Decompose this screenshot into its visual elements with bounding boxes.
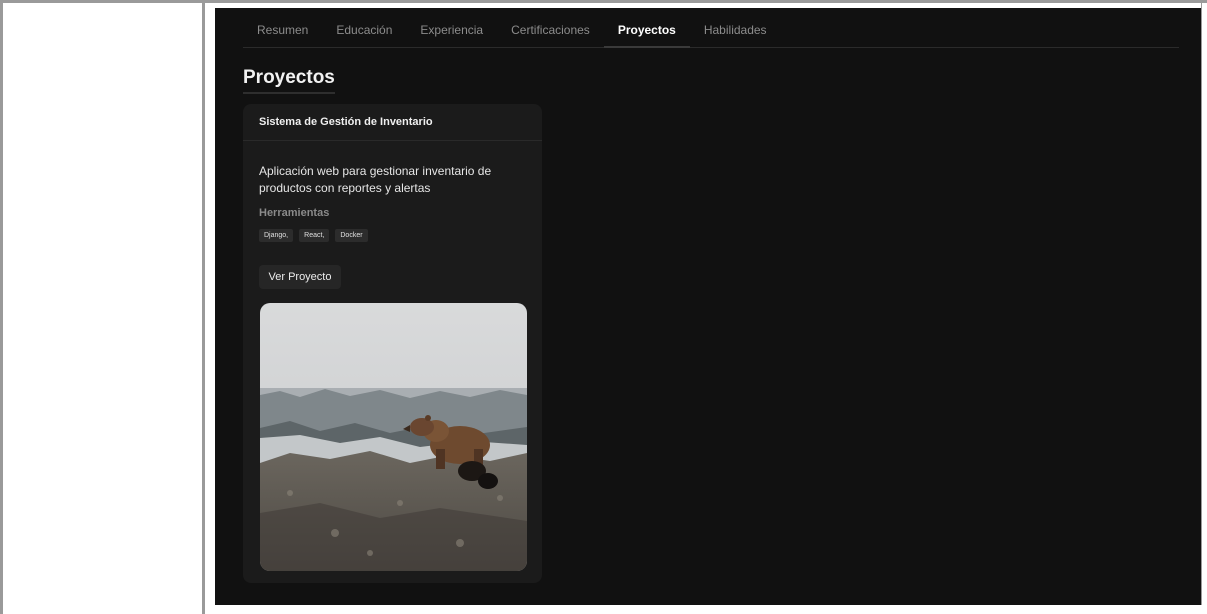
tool-tag: Django,	[259, 229, 294, 242]
tool-tag: React,	[299, 229, 330, 242]
right-edge	[1201, 3, 1207, 614]
tab-proyectos[interactable]: Proyectos	[603, 19, 690, 48]
tool-tag: Docker	[335, 229, 368, 242]
view-project-button[interactable]: Ver Proyecto	[259, 265, 341, 289]
tools-heading: Herramientas	[259, 207, 330, 219]
panel-divider	[202, 3, 205, 614]
tab-educacion[interactable]: Educación	[322, 19, 406, 48]
tab-certificaciones[interactable]: Certificaciones	[497, 19, 604, 48]
tools-list: Django, React, Docker	[259, 229, 368, 242]
tab-resumen[interactable]: Resumen	[243, 19, 322, 48]
project-description: Aplicación web para gestionar inventario…	[259, 164, 492, 195]
project-image	[260, 303, 527, 571]
project-card: Sistema de Gestión de Inventario Aplicac…	[243, 104, 542, 583]
project-title: Sistema de Gestión de Inventario	[243, 104, 542, 141]
left-panel	[3, 3, 202, 614]
tab-experiencia[interactable]: Experiencia	[406, 19, 497, 48]
tab-habilidades[interactable]: Habilidades	[690, 19, 781, 48]
main-content: Resumen Educación Experiencia Certificac…	[215, 8, 1201, 605]
bottom-edge	[205, 605, 1207, 614]
section-tabs: Resumen Educación Experiencia Certificac…	[243, 19, 1179, 48]
page-title: Proyectos	[243, 67, 335, 94]
bear-photo	[260, 303, 527, 571]
